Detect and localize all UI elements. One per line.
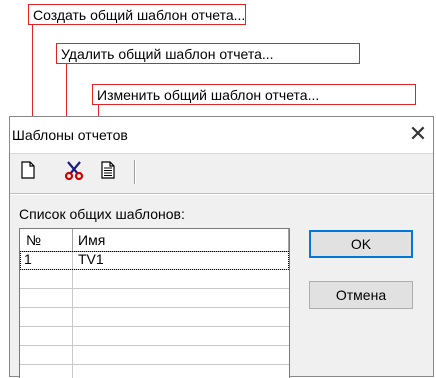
document-edit-icon xyxy=(101,160,115,182)
ok-button[interactable]: OK xyxy=(309,230,413,258)
callout-delete-template: Удалить общий шаблон отчета... xyxy=(56,43,360,64)
title-bar: Шаблоны отчетов ✕ xyxy=(10,117,433,154)
templates-table[interactable]: № Имя 1 TV1 xyxy=(19,228,290,378)
templates-list-label: Список общих шаблонов: xyxy=(19,206,185,222)
delete-template-button[interactable] xyxy=(62,158,86,184)
column-header-number[interactable]: № xyxy=(26,231,41,249)
row-number: 1 xyxy=(24,251,32,267)
edit-template-button[interactable] xyxy=(96,158,120,184)
header-separator xyxy=(72,229,73,251)
table-row-empty xyxy=(20,270,289,289)
new-template-button[interactable] xyxy=(16,158,40,184)
header-separator xyxy=(288,229,289,251)
table-row-empty xyxy=(20,308,289,327)
report-templates-dialog: Шаблоны отчетов ✕ Список общих шаблонов:… xyxy=(9,116,434,378)
table-row-empty xyxy=(20,289,289,308)
toolbar-separator xyxy=(134,160,135,184)
table-row[interactable]: 1 TV1 xyxy=(20,251,289,270)
table-row-empty xyxy=(20,346,289,365)
close-button[interactable]: ✕ xyxy=(407,123,429,145)
row-name: TV1 xyxy=(78,251,104,267)
toolbar xyxy=(10,154,433,190)
new-document-icon xyxy=(21,160,35,182)
table-row-empty xyxy=(20,327,289,346)
column-header-name[interactable]: Имя xyxy=(78,231,105,249)
divider xyxy=(10,193,433,194)
table-header: № Имя xyxy=(20,229,289,252)
callout-create-template: Создать общий шаблон отчета... xyxy=(28,4,246,25)
cancel-button[interactable]: Отмена xyxy=(309,281,413,309)
scissors-icon xyxy=(64,160,84,183)
dialog-title: Шаблоны отчетов xyxy=(12,127,128,143)
callout-edit-template: Изменить общий шаблон отчета... xyxy=(92,84,416,105)
